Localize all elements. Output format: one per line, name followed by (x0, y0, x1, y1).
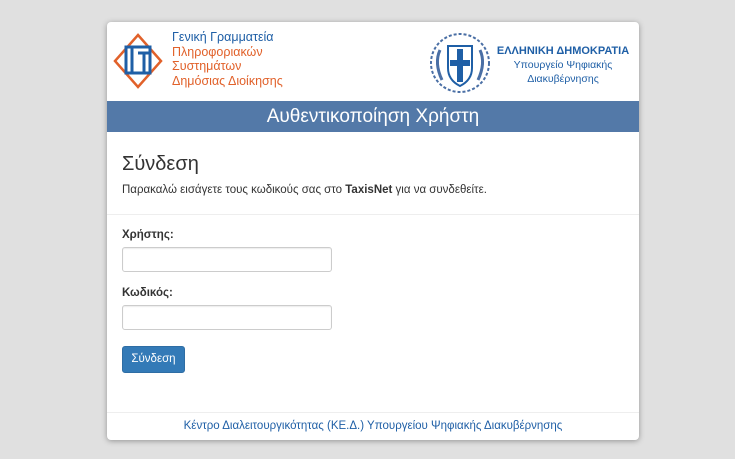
login-card: Γενική Γραμματεία Πληροφοριακών Συστημάτ… (107, 22, 639, 440)
instructions-text-1: Παρακαλώ εισάγετε τους κωδικούς σας στο (122, 184, 346, 196)
page-title-banner: Αυθεντικοποίηση Χρήστη (107, 101, 639, 132)
government-name: ΕΛΛΗΝΙΚΗ ΔΗΜΟΚΡΑΤΙΑ Υπουργείο Ψηφιακής Δ… (496, 44, 630, 86)
gsis-logo-icon (113, 33, 163, 89)
divider (107, 214, 639, 215)
login-button[interactable]: Σύνδεση (122, 346, 185, 373)
gsis-line-4: Δημόσιας Διοίκησης (172, 73, 283, 88)
gsis-line-1: Γενική Γραμματεία (172, 30, 274, 44)
gsis-name: Γενική Γραμματεία Πληροφοριακών Συστημάτ… (172, 30, 283, 88)
gsis-line-2: Πληροφοριακών (172, 44, 263, 59)
gov-title: ΕΛΛΗΝΙΚΗ ΔΗΜΟΚΡΑΤΙΑ (496, 45, 630, 57)
instructions-taxisnet: TaxisNet (345, 184, 393, 196)
gov-ministry-line-1: Υπουργείο Ψηφιακής (513, 59, 613, 71)
gsis-line-3: Συστημάτων (172, 59, 242, 73)
username-label: Χρήστης: (122, 229, 174, 241)
footer-link[interactable]: Κέντρο Διαλειτουργικότητας (ΚΕ.Δ.) Υπουρ… (107, 420, 639, 432)
password-input[interactable] (122, 305, 332, 330)
login-instructions: Παρακαλώ εισάγετε τους κωδικούς σας στο … (122, 184, 487, 196)
password-label: Κωδικός: (122, 287, 173, 299)
greek-emblem-icon (430, 33, 490, 93)
gov-ministry-line-2: Διακυβέρνησης (527, 73, 599, 85)
instructions-text-2: για να συνδεθείτε. (392, 184, 487, 196)
username-input[interactable] (122, 247, 332, 272)
login-heading: Σύνδεση (122, 153, 199, 175)
footer-divider (107, 412, 639, 413)
